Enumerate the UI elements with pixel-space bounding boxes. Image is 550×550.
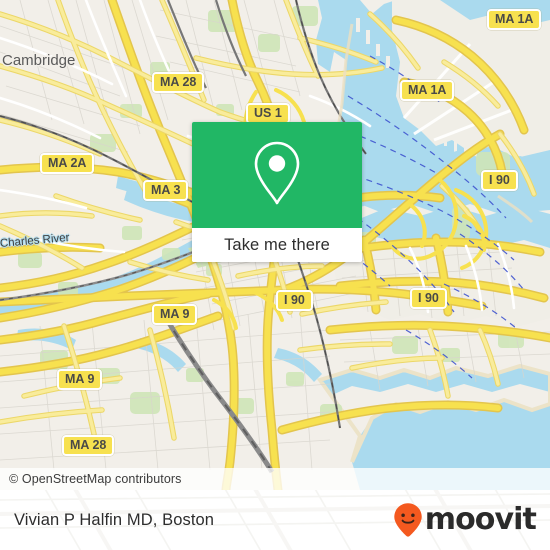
- road-shield-ma-3: MA 3: [143, 180, 189, 201]
- moovit-map-screenshot: Cambridge Charles River MA 1A MA 28 MA 1…: [0, 0, 550, 550]
- footer-place-title: Vivian P Halfin MD, Boston: [14, 510, 215, 529]
- road-shield-ma-9-south: MA 9: [57, 369, 103, 390]
- footer-content: Vivian P Halfin MD, Boston moovit: [0, 490, 550, 550]
- take-me-there-label: Take me there: [224, 235, 330, 254]
- take-me-there-button[interactable]: Take me there: [192, 228, 362, 262]
- info-card-header: [192, 122, 362, 228]
- road-shield-ma-9-north: MA 9: [152, 304, 198, 325]
- place-label-cambridge: Cambridge: [2, 52, 76, 69]
- road-shield-i-90-right: I 90: [410, 288, 447, 309]
- road-shield-ma-28-north: MA 28: [152, 72, 205, 93]
- moovit-wordmark: moovit: [424, 502, 537, 537]
- road-shield-ma-1a-north: MA 1A: [487, 9, 542, 30]
- road-shield-i-90-east: I 90: [481, 170, 518, 191]
- moovit-smiley-pin-icon: [393, 502, 423, 538]
- road-shield-ma-28-south: MA 28: [62, 435, 115, 456]
- location-info-card[interactable]: Take me there: [192, 122, 362, 262]
- map-attribution: © OpenStreetMap contributors: [0, 468, 550, 490]
- road-shield-ma-1a-east: MA 1A: [400, 80, 455, 101]
- location-pin-icon: [249, 139, 305, 211]
- footer-bar: Vivian P Halfin MD, Boston moovit: [0, 490, 550, 550]
- moovit-logo[interactable]: moovit: [393, 502, 537, 538]
- attribution-text: © OpenStreetMap contributors: [9, 472, 182, 486]
- road-shield-us-1: US 1: [246, 103, 290, 124]
- road-shield-i-90-center: I 90: [276, 290, 313, 311]
- road-shield-ma-2a: MA 2A: [40, 153, 95, 174]
